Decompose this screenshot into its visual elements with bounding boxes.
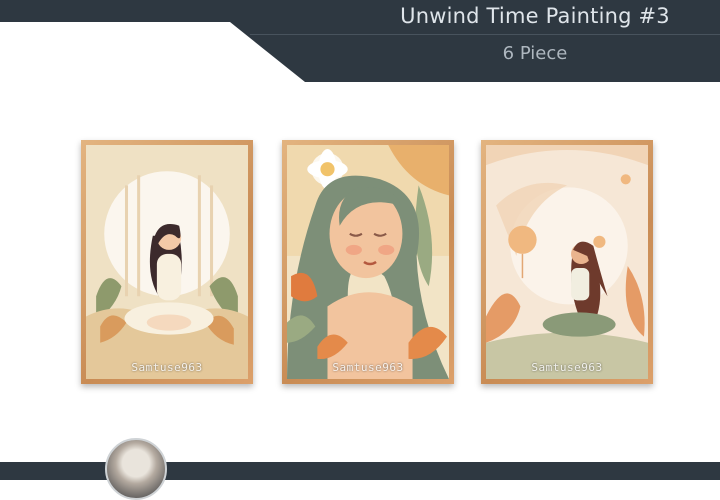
watermark-text: Samtuse963 — [131, 361, 203, 374]
painting-woman-portrait-icon — [287, 145, 449, 379]
painting-woman-sitting-icon — [486, 145, 648, 379]
creator-avatar-icon[interactable] — [105, 438, 167, 500]
painting-woman-meditating-icon — [86, 145, 248, 379]
watermark-text: Samtuse963 — [531, 361, 603, 374]
watermark-text: Samtuse963 — [332, 361, 404, 374]
painting-frame-3[interactable]: Samtuse963 — [481, 140, 653, 384]
page-title: Unwind Time Painting #3 — [400, 4, 670, 28]
piece-count-subtitle: 6 Piece — [502, 43, 568, 64]
painting-frame-1[interactable]: Samtuse963 — [81, 140, 253, 384]
header-divider — [250, 34, 720, 35]
painting-frame-2[interactable]: Samtuse963 — [282, 140, 454, 384]
